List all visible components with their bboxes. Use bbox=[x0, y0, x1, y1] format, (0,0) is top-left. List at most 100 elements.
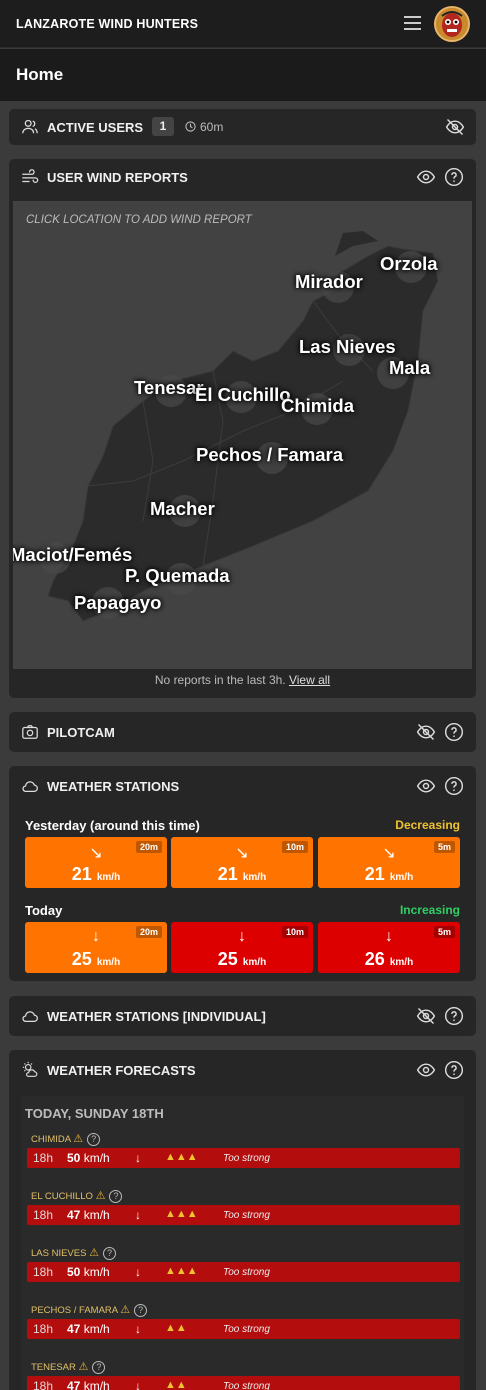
forecast-spot[interactable]: CHIMIDA ⚠? bbox=[31, 1132, 101, 1146]
eye-icon[interactable] bbox=[416, 776, 436, 796]
wind-direction-icon: ↓ bbox=[135, 1379, 141, 1390]
warning-triangles: ▲▲▲ bbox=[165, 1151, 198, 1163]
station-tile[interactable]: 20m ↘ 21 km/h bbox=[25, 837, 167, 888]
wind-speed: 21 km/h bbox=[25, 864, 167, 885]
station-tile[interactable]: 5m ↓ 26 km/h bbox=[318, 922, 460, 973]
map-location-tenesar[interactable]: Tenesar bbox=[134, 377, 204, 399]
spot-name: PECHOS / FAMARA bbox=[31, 1305, 118, 1316]
eye-icon[interactable] bbox=[416, 167, 436, 187]
map-location-orzola[interactable]: Orzola bbox=[380, 253, 438, 275]
forecast-spot[interactable]: TENESAR ⚠? bbox=[31, 1360, 106, 1374]
active-users-count: 1 bbox=[152, 117, 174, 136]
map-location-pechos-famara[interactable]: Pechos / Famara bbox=[196, 444, 343, 466]
wind-direction-icon: ↓ bbox=[135, 1265, 141, 1279]
island-map[interactable]: CLICK LOCATION TO ADD WIND REPORT Orzola… bbox=[13, 201, 472, 669]
help-icon[interactable] bbox=[444, 1060, 464, 1080]
weather-stations-title: WEATHER STATIONS bbox=[47, 779, 180, 794]
active-users-window: 60m bbox=[200, 120, 224, 134]
help-icon[interactable]: ? bbox=[87, 1132, 101, 1146]
station-tile[interactable]: 10m ↓ 25 km/h bbox=[171, 922, 313, 973]
forecast-speed-value: 47 bbox=[67, 1322, 81, 1336]
map-location-p-quemada[interactable]: P. Quemada bbox=[125, 565, 230, 587]
warning-icon: ⚠ bbox=[78, 1361, 89, 1373]
map-hint: CLICK LOCATION TO ADD WIND REPORT bbox=[26, 214, 252, 226]
wind-direction-icon: ↓ bbox=[135, 1322, 141, 1336]
weather-stations-panel: WEATHER STATIONS Yesterday (around this … bbox=[9, 766, 476, 981]
forecast-row[interactable]: 18h 47 km/h ↓ ▲▲▲ Too strong bbox=[27, 1205, 460, 1225]
map-location-las-nieves[interactable]: Las Nieves bbox=[299, 336, 396, 358]
warning-triangles: ▲▲▲ bbox=[165, 1265, 198, 1277]
help-icon[interactable]: ? bbox=[134, 1303, 148, 1317]
wind-direction-icon: ↓ bbox=[135, 1151, 141, 1165]
pilotcam-title: PILOTCAM bbox=[47, 725, 115, 740]
station-tile[interactable]: 20m ↓ 25 km/h bbox=[25, 922, 167, 973]
today-label: Today bbox=[25, 903, 63, 918]
forecast-row[interactable]: 18h 50 km/h ↓ ▲▲▲ Too strong bbox=[27, 1262, 460, 1282]
forecast-row[interactable]: 18h 47 km/h ↓ ▲▲ Too strong bbox=[27, 1319, 460, 1339]
forecast-hour: 18h bbox=[33, 1322, 54, 1336]
help-icon[interactable]: ? bbox=[92, 1360, 106, 1374]
page-header: Home bbox=[0, 49, 486, 101]
help-icon[interactable]: ? bbox=[102, 1246, 116, 1260]
yesterday-trend: Decreasing bbox=[395, 818, 460, 832]
forecast-speed: 47 km/h bbox=[67, 1379, 110, 1390]
help-icon[interactable] bbox=[444, 167, 464, 187]
wind-speed-value: 26 bbox=[364, 949, 385, 969]
forecast-row[interactable]: 18h 47 km/h ↓ ▲▲ Too strong bbox=[27, 1376, 460, 1390]
forecast-spot[interactable]: EL CUCHILLO ⚠? bbox=[31, 1189, 123, 1203]
avatar[interactable] bbox=[434, 6, 470, 42]
forecast-speed-unit: km/h bbox=[83, 1208, 110, 1222]
forecast-spot[interactable]: LAS NIEVES ⚠? bbox=[31, 1246, 116, 1260]
wind-direction-icon: ↓ bbox=[238, 928, 246, 945]
wind-direction-icon: ↘ bbox=[235, 845, 249, 862]
forecast-note: Too strong bbox=[223, 1324, 270, 1335]
forecast-speed: 50 km/h bbox=[67, 1265, 110, 1279]
cloud-icon bbox=[22, 781, 38, 793]
wind-reports-panel: USER WIND REPORTS CLICK LOCATION TO ADD … bbox=[9, 159, 476, 698]
eye-off-icon[interactable] bbox=[416, 722, 436, 742]
sun-cloud-icon bbox=[22, 1061, 38, 1077]
map-location-mirador[interactable]: Mirador bbox=[295, 271, 363, 293]
station-tile[interactable]: 10m ↘ 21 km/h bbox=[171, 837, 313, 888]
map-location-chimida[interactable]: Chimida bbox=[281, 395, 354, 417]
help-icon[interactable] bbox=[444, 776, 464, 796]
eye-off-icon[interactable] bbox=[445, 117, 465, 137]
wind-speed-unit: km/h bbox=[389, 957, 414, 968]
forecast-note: Too strong bbox=[223, 1153, 270, 1164]
warning-icon: ⚠ bbox=[89, 1247, 99, 1259]
app-title[interactable]: LANZAROTE WIND HUNTERS bbox=[16, 17, 198, 31]
forecast-speed: 47 km/h bbox=[67, 1322, 110, 1336]
help-icon[interactable]: ? bbox=[109, 1189, 123, 1203]
eye-off-icon[interactable] bbox=[416, 1006, 436, 1026]
wind-speed-value: 25 bbox=[217, 949, 238, 969]
forecast-hour: 18h bbox=[33, 1208, 54, 1222]
map-location-papagayo[interactable]: Papagayo bbox=[74, 592, 161, 614]
spot-name: LAS NIEVES bbox=[31, 1248, 87, 1259]
help-icon[interactable] bbox=[444, 722, 464, 742]
wind-direction-icon: ↓ bbox=[92, 928, 100, 945]
station-tile[interactable]: 5m ↘ 21 km/h bbox=[318, 837, 460, 888]
forecast-spot[interactable]: PECHOS / FAMARA ⚠? bbox=[31, 1303, 148, 1317]
map-location-maciot-femes[interactable]: Maciot/Femés bbox=[13, 544, 132, 566]
map-location-macher[interactable]: Macher bbox=[150, 498, 215, 520]
forecast-row[interactable]: 18h 50 km/h ↓ ▲▲▲ Too strong bbox=[27, 1148, 460, 1168]
eye-icon[interactable] bbox=[416, 1060, 436, 1080]
active-users-title: ACTIVE USERS bbox=[47, 120, 144, 135]
avatar-image bbox=[436, 8, 468, 40]
forecast-speed: 50 km/h bbox=[67, 1151, 110, 1165]
wind-speed: 25 km/h bbox=[25, 949, 167, 970]
forecast-hour: 18h bbox=[33, 1379, 54, 1390]
map-location-mala[interactable]: Mala bbox=[389, 357, 430, 379]
wind-speed-unit: km/h bbox=[96, 957, 121, 968]
help-icon[interactable] bbox=[444, 1006, 464, 1026]
spot-name: TENESAR bbox=[31, 1362, 76, 1373]
active-users-panel: ACTIVE USERS 1 60m bbox=[9, 109, 476, 145]
forecast-hour: 18h bbox=[33, 1151, 54, 1165]
map-location-el-cuchillo[interactable]: El Cuchillo bbox=[195, 384, 291, 406]
wind-speed: 21 km/h bbox=[318, 864, 460, 885]
spot-name: EL CUCHILLO bbox=[31, 1191, 93, 1202]
hamburger-icon[interactable] bbox=[404, 16, 421, 30]
forecast-speed-unit: km/h bbox=[83, 1151, 110, 1165]
warning-icon: ⚠ bbox=[120, 1304, 131, 1316]
view-all-link[interactable]: View all bbox=[289, 673, 330, 687]
